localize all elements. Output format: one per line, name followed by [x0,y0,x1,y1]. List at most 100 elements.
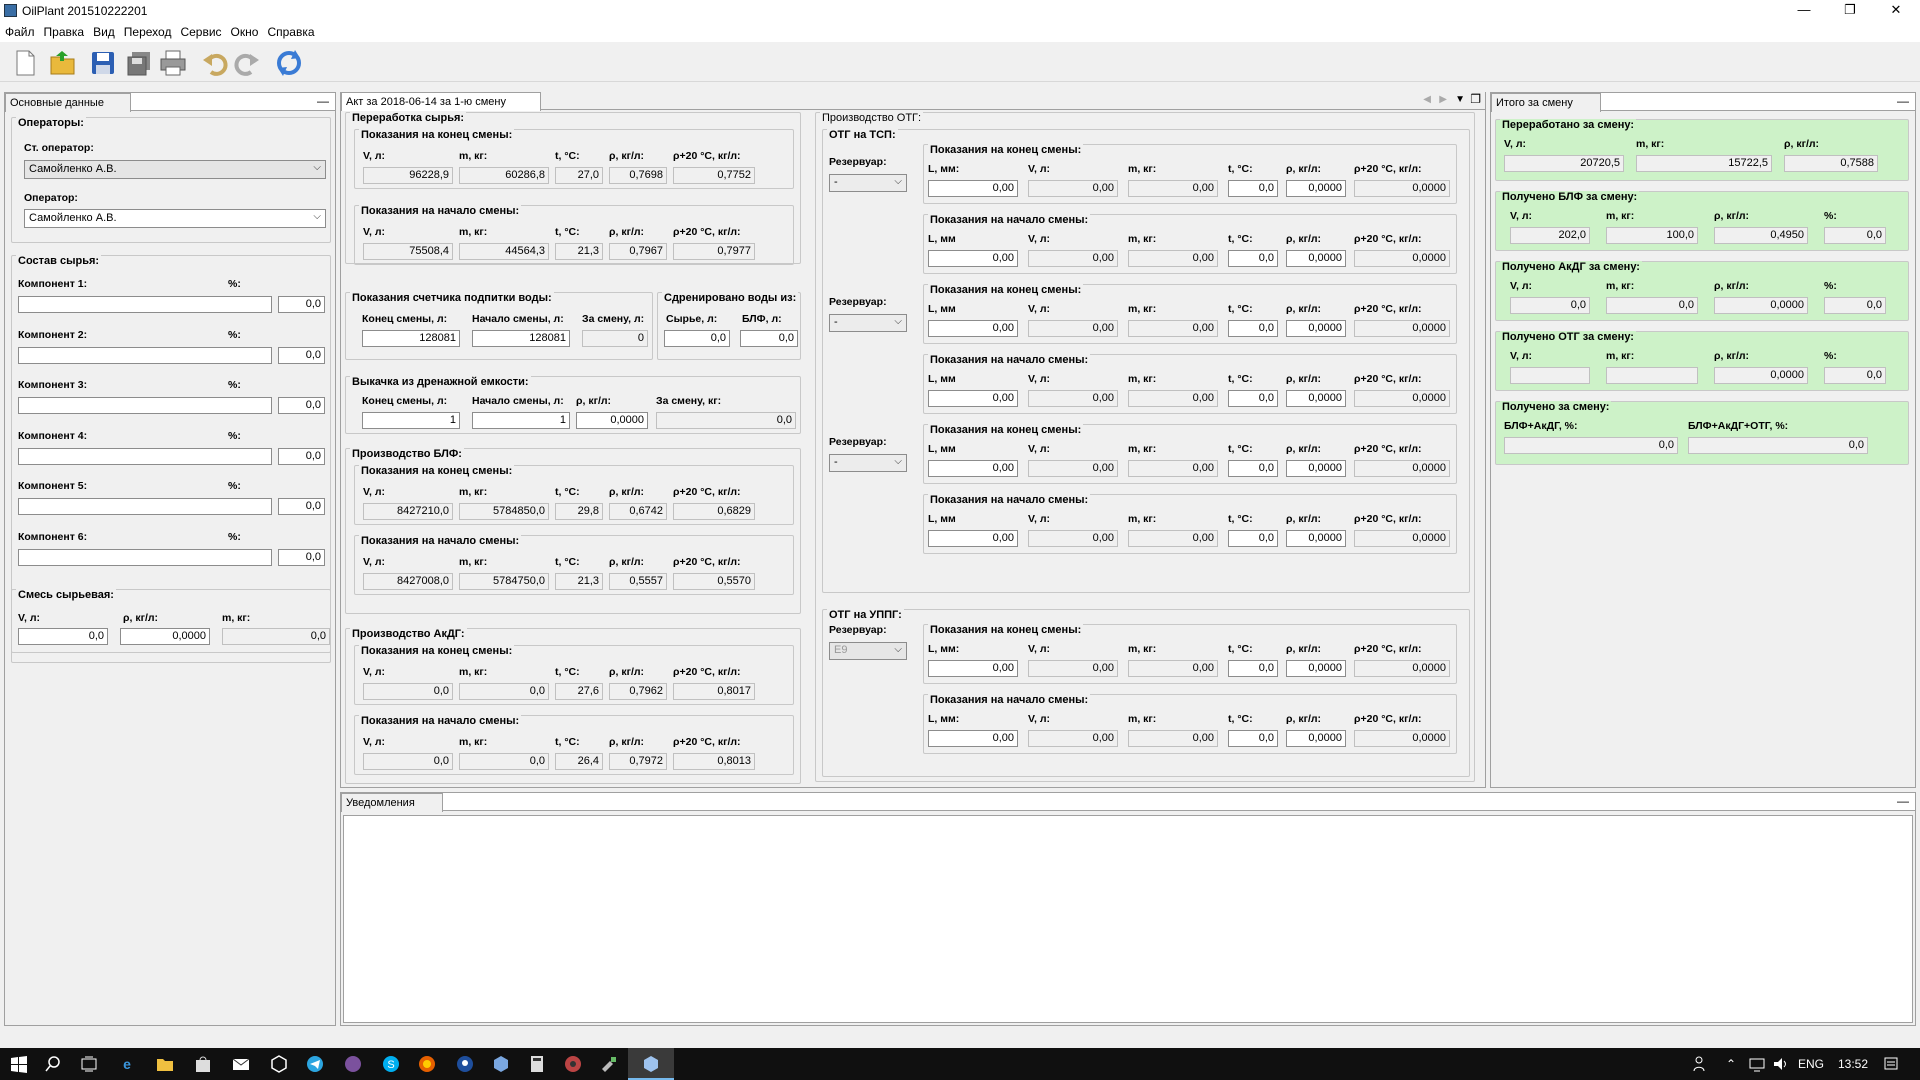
tab-act[interactable]: Акт за 2018-06-14 за 1-ю смену [341,92,541,111]
component-2-name-input[interactable] [18,346,272,364]
tsp-1-start-value-0[interactable]: 0,00 [928,250,1018,267]
tab-notifications[interactable]: Уведомления [341,793,443,812]
menu-window[interactable]: Окно [226,22,263,39]
save-all-icon[interactable] [124,48,154,78]
operator-select[interactable]: Самойленко А.В. ⌵ [24,209,326,228]
redo-icon[interactable] [232,48,262,78]
print-icon[interactable] [158,48,188,78]
drained-raw-input[interactable]: 0,0 [664,330,730,347]
tsp-3-end-value-4[interactable]: 0,0000 [1286,460,1346,477]
tsp-2-end-value-3[interactable]: 0,0 [1228,320,1278,337]
drain-value-0[interactable]: 1 [362,412,460,429]
explorer-icon[interactable] [156,1055,174,1073]
component-1-pct-input[interactable]: 0,0 [278,296,325,313]
open-folder-icon[interactable] [48,48,78,78]
tsp-2-start-value-0[interactable]: 0,00 [928,390,1018,407]
menu-service[interactable]: Сервис [175,22,225,39]
tab-main-data[interactable]: Основные данные [5,93,131,112]
cube-app-icon[interactable] [270,1055,288,1073]
minimize-button[interactable]: — [1781,0,1827,22]
maps-icon[interactable] [456,1055,474,1073]
component-6-name-input[interactable] [18,548,272,566]
tools-icon[interactable] [600,1055,618,1073]
clock[interactable]: 13:52 [1838,1057,1868,1071]
tab-next-icon[interactable]: ▶ [1439,94,1447,105]
refresh-icon[interactable] [274,48,304,78]
panel-minimize-icon[interactable]: — [317,94,329,108]
component-4-name-input[interactable] [18,447,272,465]
water-value-0[interactable]: 128081 [362,330,460,347]
network-icon[interactable] [1748,1055,1766,1073]
component-2-pct-input[interactable]: 0,0 [278,346,325,364]
tab-totals[interactable]: Итого за смену [1491,93,1601,112]
notifications-list[interactable] [343,815,1913,1023]
water-value-1[interactable]: 128081 [472,330,570,347]
tsp-reservoir-1-select[interactable]: - ⌵ [829,174,907,192]
close-button[interactable]: ✕ [1873,0,1919,22]
uppg-start-value-3[interactable]: 0,0 [1228,730,1278,747]
mix-rho-input[interactable]: 0,0000 [120,628,210,645]
tsp-2-start-value-3[interactable]: 0,0 [1228,390,1278,407]
viber-icon[interactable] [344,1055,362,1073]
tsp-2-end-value-4[interactable]: 0,0000 [1286,320,1346,337]
component-6-pct-input[interactable]: 0,0 [278,548,325,566]
firefox-icon[interactable] [418,1055,436,1073]
tsp-1-end-value-0[interactable]: 0,00 [928,180,1018,197]
menu-edit[interactable]: Правка [39,22,89,39]
component-5-pct-input[interactable]: 0,0 [278,498,325,515]
media-icon[interactable] [564,1055,582,1073]
tsp-1-start-value-4[interactable]: 0,0000 [1286,250,1346,267]
uppg-start-value-4[interactable]: 0,0000 [1286,730,1346,747]
component-3-name-input[interactable] [18,397,272,414]
uppg-end-value-0[interactable]: 0,00 [928,660,1018,677]
maximize-button[interactable]: ❐ [1827,0,1873,22]
uppg-end-value-3[interactable]: 0,0 [1228,660,1278,677]
edge-icon[interactable]: e [118,1055,136,1073]
menu-view[interactable]: Вид [88,22,119,39]
menu-go[interactable]: Переход [119,22,176,39]
panel-minimize-icon[interactable]: — [1897,94,1909,108]
store-icon[interactable] [194,1055,212,1073]
windows-start-icon[interactable] [10,1055,28,1073]
drain-value-1[interactable]: 1 [472,412,570,429]
tab-list-icon[interactable]: ▼ [1455,94,1465,105]
drain-value-2[interactable]: 0,0000 [576,412,648,429]
telegram-icon[interactable] [306,1055,324,1073]
drained-blf-input[interactable]: 0,0 [740,330,798,347]
panel-minimize-icon[interactable]: — [1897,794,1909,808]
app-cube-icon[interactable] [492,1055,510,1073]
people-icon[interactable] [1692,1055,1710,1073]
senior-operator-select[interactable]: Самойленко А.В. ⌵ [24,160,326,179]
mix-v-input[interactable]: 0,0 [18,628,108,645]
component-1-name-input[interactable] [18,296,272,313]
uppg-start-value-0[interactable]: 0,00 [928,730,1018,747]
notification-center-icon[interactable] [1882,1055,1900,1073]
tab-prev-icon[interactable]: ◀ [1423,94,1431,105]
undo-icon[interactable] [200,48,230,78]
tsp-reservoir-3-select[interactable]: - ⌵ [829,454,907,472]
component-3-pct-input[interactable]: 0,0 [278,397,325,414]
search-icon[interactable] [44,1055,62,1073]
mail-icon[interactable] [232,1055,250,1073]
new-file-icon[interactable] [10,48,40,78]
language-indicator[interactable]: ENG [1798,1057,1824,1071]
volume-icon[interactable] [1772,1055,1790,1073]
calculator-icon[interactable] [528,1055,546,1073]
menu-help[interactable]: Справка [262,22,318,39]
menu-file[interactable]: Файл [0,22,39,39]
tsp-3-end-value-0[interactable]: 0,00 [928,460,1018,477]
tsp-3-start-value-4[interactable]: 0,0000 [1286,530,1346,547]
save-icon[interactable] [88,48,118,78]
tsp-2-end-value-0[interactable]: 0,00 [928,320,1018,337]
tsp-3-end-value-3[interactable]: 0,0 [1228,460,1278,477]
tab-restore-icon[interactable]: ❐ [1470,92,1481,106]
component-5-name-input[interactable] [18,498,272,515]
tsp-1-start-value-3[interactable]: 0,0 [1228,250,1278,267]
uppg-end-value-4[interactable]: 0,0000 [1286,660,1346,677]
tsp-1-end-value-4[interactable]: 0,0000 [1286,180,1346,197]
tray-chevron-icon[interactable]: ⌃ [1722,1055,1740,1073]
tsp-3-start-value-0[interactable]: 0,00 [928,530,1018,547]
skype-icon[interactable]: S [382,1055,400,1073]
tsp-reservoir-2-select[interactable]: - ⌵ [829,314,907,332]
oilplant-task[interactable] [628,1048,674,1080]
